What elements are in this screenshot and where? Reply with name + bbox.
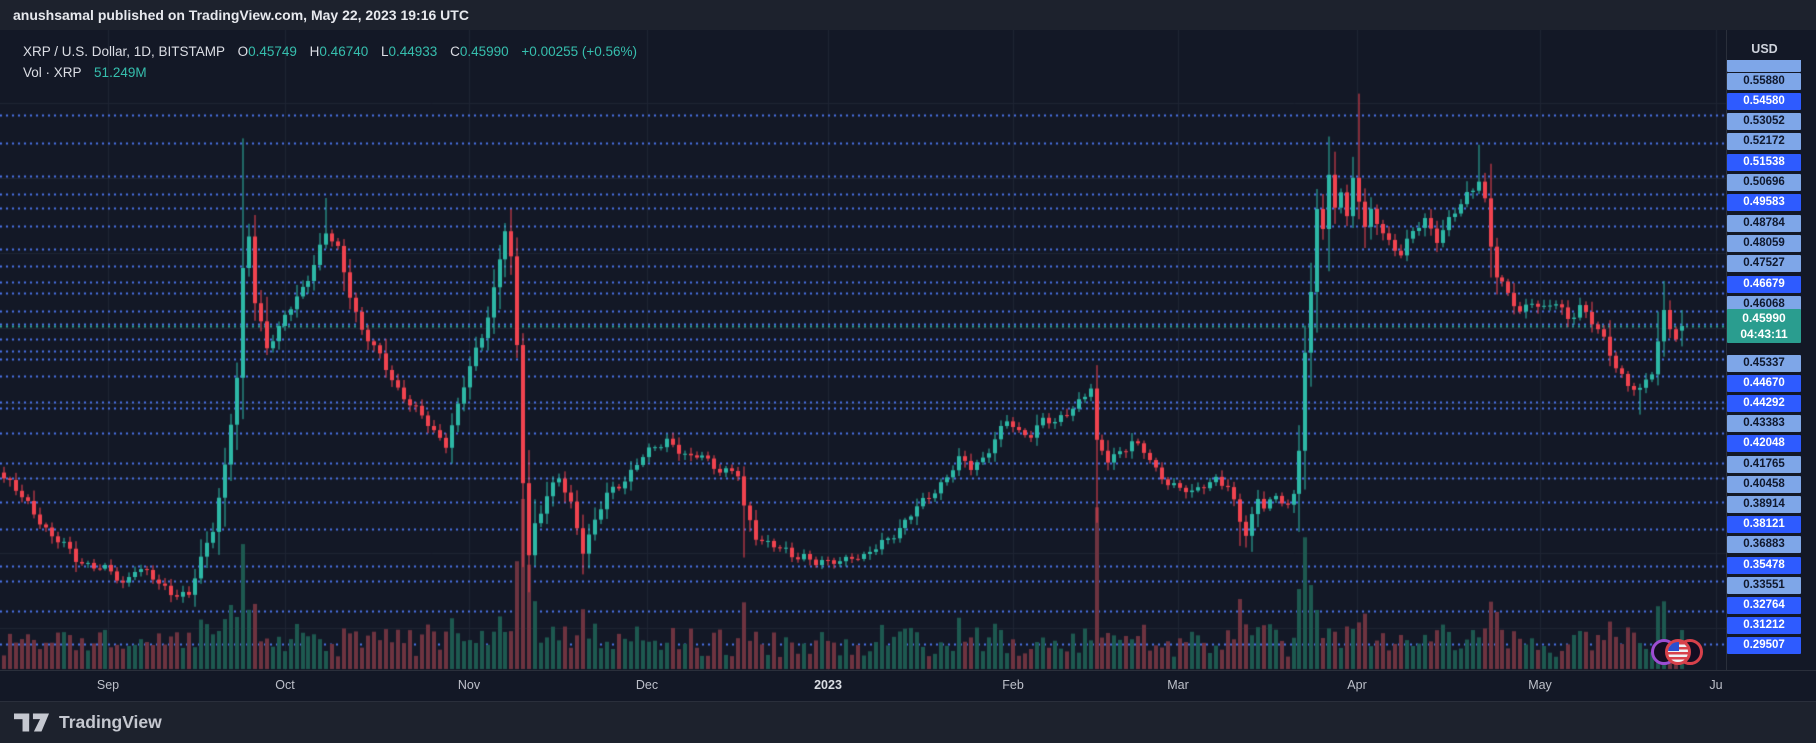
price-alert-label[interactable]: 0.43383 [1727, 415, 1801, 432]
ohlc-open: O0.45749 [238, 44, 297, 59]
ohlc-high: H0.46740 [310, 44, 369, 59]
time-axis-label[interactable]: Nov [458, 678, 480, 692]
ohlc-low: L0.44933 [381, 44, 437, 59]
price-alert-label[interactable]: 0.38121 [1727, 516, 1801, 533]
price-alert-label[interactable]: 0.47527 [1727, 255, 1801, 272]
price-alert-label[interactable]: 0.42048 [1727, 435, 1801, 452]
price-alert-label[interactable]: 0.35478 [1727, 557, 1801, 574]
price-alert-label[interactable]: 0.50696 [1727, 174, 1801, 191]
tradingview-wordmark[interactable]: TradingView [59, 712, 162, 733]
time-axis-label[interactable]: Sep [97, 678, 119, 692]
price-alert-label[interactable]: 0.55880 [1727, 73, 1801, 90]
usd-flag-badge [1665, 639, 1691, 665]
price-alert-label[interactable]: 0.36883 [1727, 536, 1801, 553]
price-alert-label[interactable]: 0.48784 [1727, 215, 1801, 232]
price-alert-label[interactable]: 0.46679 [1727, 276, 1801, 293]
chart-legend: XRP / U.S. Dollar, 1D, BITSTAMP O0.45749… [23, 44, 637, 86]
price-alert-label[interactable]: 0.53052 [1727, 113, 1801, 130]
time-axis-label[interactable]: May [1528, 678, 1552, 692]
price-alert-label[interactable]: 0.45337 [1727, 355, 1801, 372]
time-axis-label[interactable]: Oct [275, 678, 294, 692]
symbol-title[interactable]: XRP / U.S. Dollar, 1D, BITSTAMP [23, 44, 225, 59]
price-axis[interactable]: USD 0.45990 04:43:11 0.55880 0.54580 0.530… [1726, 30, 1816, 670]
time-axis[interactable]: Sep Oct Nov Dec 2023 Feb Mar Apr May Ju [0, 670, 1816, 701]
price-alert-label[interactable]: 0.49583 [1727, 194, 1801, 211]
price-alert-label[interactable]: 0.41765 [1727, 456, 1801, 473]
time-axis-label[interactable]: Apr [1347, 678, 1366, 692]
time-axis-label[interactable]: Ju [1709, 678, 1722, 692]
price-alert-label[interactable]: 0.44670 [1727, 375, 1801, 392]
volume-label[interactable]: Vol · XRP [23, 65, 81, 80]
price-alert-label[interactable]: 0.31212 [1727, 617, 1801, 634]
price-alert-label[interactable]: 0.29507 [1727, 637, 1801, 654]
change-value: +0.00255 (+0.56%) [521, 44, 637, 59]
current-price-value: 0.45990 [1727, 310, 1801, 326]
price-alert-label[interactable]: 0.51538 [1727, 154, 1801, 171]
volume-value: 51.249M [94, 65, 147, 80]
price-alert-label[interactable]: 0.52172 [1727, 133, 1801, 150]
usd-flag-canton [1668, 642, 1679, 651]
time-axis-label[interactable]: Feb [1002, 678, 1024, 692]
ohlc-close: C0.45990 [450, 44, 509, 59]
currency-header[interactable]: USD [1727, 30, 1802, 60]
price-alert-label[interactable]: 0.40458 [1727, 476, 1801, 493]
price-alert-label[interactable]: 0.54580 [1727, 93, 1801, 110]
time-axis-label[interactable]: Dec [636, 678, 658, 692]
price-alert-label[interactable]: 0.32764 [1727, 597, 1801, 614]
candlestick-chart-canvas[interactable] [0, 30, 1726, 670]
price-alert-label[interactable]: 0.38914 [1727, 496, 1801, 513]
candle-countdown: 04:43:11 [1727, 326, 1801, 342]
tradingview-logo-icon[interactable] [14, 712, 50, 733]
time-axis-label[interactable]: 2023 [814, 678, 842, 692]
price-alert-label[interactable]: 0.48059 [1727, 235, 1801, 252]
attribution-bar: anushsamal published on TradingView.com,… [0, 0, 1816, 30]
attribution-text: anushsamal published on TradingView.com,… [13, 7, 469, 23]
time-axis-label[interactable]: Mar [1167, 678, 1189, 692]
volume-row: Vol · XRP 51.249M [23, 65, 637, 80]
symbol-row: XRP / U.S. Dollar, 1D, BITSTAMP O0.45749… [23, 44, 637, 59]
price-alert-label[interactable]: 0.33551 [1727, 577, 1801, 594]
footer-bar: TradingView [0, 701, 1816, 743]
current-price-label: 0.45990 04:43:11 [1727, 309, 1801, 343]
price-alert-label[interactable]: 0.44292 [1727, 395, 1801, 412]
